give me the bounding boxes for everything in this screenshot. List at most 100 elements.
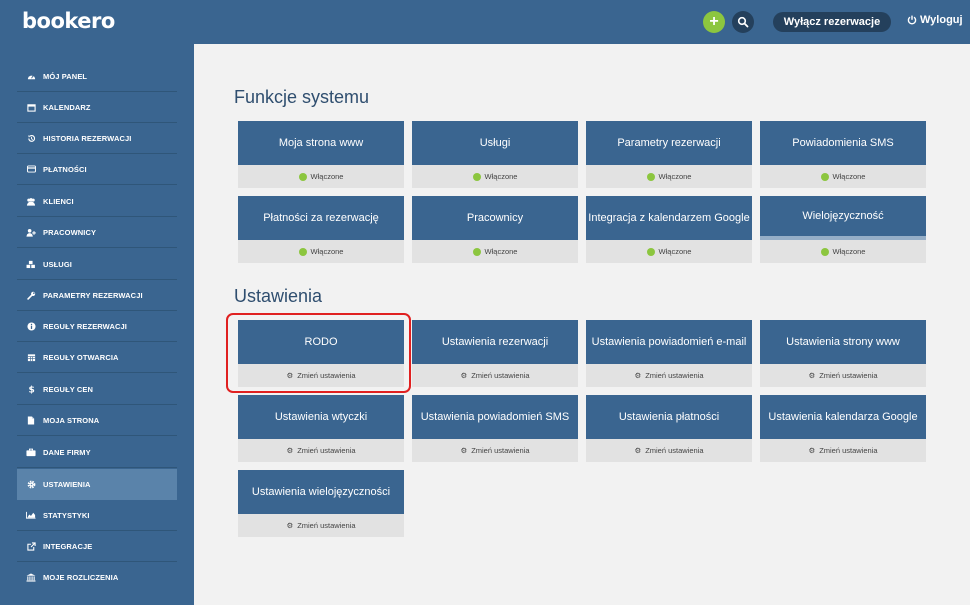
status-dot-icon xyxy=(646,247,655,256)
feature-tile-payments[interactable]: Płatności za rezerwację Włączone xyxy=(238,196,404,263)
cubes-icon xyxy=(17,260,43,269)
sidebar-item-label: STATYSTYKI xyxy=(43,510,90,520)
settings-tile-plugin[interactable]: Ustawienia wtyczki ⚙ Zmień ustawienia xyxy=(238,395,404,462)
tile-action[interactable]: ⚙ Zmień ustawienia xyxy=(760,364,926,387)
feature-tile-sms[interactable]: Powiadomienia SMS Włączone xyxy=(760,121,926,188)
section-title-settings: Ustawienia xyxy=(234,286,323,306)
tile-action[interactable]: ⚙ Zmień ustawienia xyxy=(586,364,752,387)
sidebar-item-clients[interactable]: KLIENCI xyxy=(17,186,177,217)
sidebar-item-label: PARAMETRY REZERWACJI xyxy=(43,290,143,300)
tile-action[interactable]: ⚙ Zmień ustawienia xyxy=(238,364,404,387)
sidebar-item-calendar[interactable]: KALENDARZ xyxy=(17,92,177,123)
settings-tile-booking[interactable]: Ustawienia rezerwacji ⚙ Zmień ustawienia xyxy=(412,320,578,387)
search-button[interactable] xyxy=(732,11,754,33)
tile-action[interactable]: ⚙ Zmień ustawienia xyxy=(238,439,404,462)
settings-tile-multilanguage[interactable]: Ustawienia wielojęzyczności ⚙ Zmień ustaw… xyxy=(238,470,404,537)
info-icon xyxy=(17,321,43,331)
sidebar-item-label: REGUŁY CEN xyxy=(43,384,94,394)
sidebar-item-label: MÓJ PANEL xyxy=(43,71,88,81)
tile-title: Wielojęzyczność xyxy=(760,196,926,236)
tile-title: RODO xyxy=(238,320,404,364)
area-chart-icon xyxy=(17,511,43,519)
status-dot-icon xyxy=(298,247,307,256)
tile-title: Parametry rezerwacji xyxy=(586,121,752,165)
gear-icon: ⚙ xyxy=(634,371,642,380)
add-button[interactable]: + xyxy=(703,11,725,33)
status-dot-icon xyxy=(472,247,481,256)
credit-card-icon xyxy=(17,165,43,173)
search-icon xyxy=(737,16,749,28)
feature-tile-employees[interactable]: Pracownicy Włączone xyxy=(412,196,578,263)
sidebar-item-employees[interactable]: PRACOWNICY xyxy=(17,217,177,248)
tile-title: Integracja z kalendarzem Google xyxy=(586,196,752,240)
sidebar-item-payments[interactable]: PŁATNOŚCI xyxy=(17,154,177,185)
settings-tile-website[interactable]: Ustawienia strony www ⚙ Zmień ustawienia xyxy=(760,320,926,387)
tile-title: Ustawienia powiadomień SMS xyxy=(412,395,578,439)
tile-status: Włączone xyxy=(760,165,926,188)
sidebar-item-my-settlements[interactable]: MOJE ROZLICZENIA xyxy=(17,562,177,593)
tile-title: Ustawienia strony www xyxy=(760,320,926,364)
tile-action[interactable]: ⚙ Zmień ustawienia xyxy=(586,439,752,462)
gear-icon: ⚙ xyxy=(808,446,816,455)
sidebar-item-label: DANE FIRMY xyxy=(43,447,91,457)
settings-tile-payments[interactable]: Ustawienia płatności ⚙ Zmień ustawienia xyxy=(586,395,752,462)
logout-button[interactable]: Wyloguj xyxy=(907,14,963,26)
status-dot-icon xyxy=(472,172,481,181)
sidebar-item-label: USŁUGI xyxy=(43,259,72,269)
feature-tile-google-calendar[interactable]: Integracja z kalendarzem Google Włączone xyxy=(586,196,752,263)
sidebar-item-settings[interactable]: USTAWIENIA xyxy=(17,469,177,500)
external-link-icon xyxy=(17,541,43,551)
feature-tile-multilanguage[interactable]: Wielojęzyczność Włączone xyxy=(760,196,926,263)
tile-title: Usługi xyxy=(412,121,578,165)
history-icon xyxy=(17,134,43,143)
sidebar-item-services[interactable]: USŁUGI xyxy=(17,249,177,280)
status-label: Włączone xyxy=(658,247,692,256)
tile-action[interactable]: ⚙ Zmień ustawienia xyxy=(238,514,404,537)
status-dot-icon xyxy=(820,172,829,181)
tile-action[interactable]: ⚙ Zmień ustawienia xyxy=(760,439,926,462)
disable-bookings-button[interactable]: Wyłącz rezerwacje xyxy=(773,12,891,32)
tile-title: Ustawienia płatności xyxy=(586,395,752,439)
feature-tile-website[interactable]: Moja strona www Włączone xyxy=(238,121,404,188)
status-label: Włączone xyxy=(832,247,866,256)
tile-title: Ustawienia powiadomień e-mail xyxy=(586,320,752,364)
sidebar-item-booking-rules[interactable]: REGUŁY REZERWACJI xyxy=(17,311,177,342)
sidebar-item-opening-rules[interactable]: REGUŁY OTWARCIA xyxy=(17,342,177,373)
sidebar-item-my-page[interactable]: MOJA STRONA xyxy=(17,405,177,436)
sidebar-item-company-data[interactable]: DANE FIRMY xyxy=(17,437,177,468)
tile-action[interactable]: ⚙ Zmień ustawienia xyxy=(412,439,578,462)
feature-tile-booking-parameters[interactable]: Parametry rezerwacji Włączone xyxy=(586,121,752,188)
sidebar-item-my-panel[interactable]: MÓJ PANEL xyxy=(17,61,177,92)
action-label: Zmień ustawienia xyxy=(297,446,356,455)
sidebar-item-label: USTAWIENIA xyxy=(43,480,91,489)
wrench-icon xyxy=(17,291,43,300)
sidebar-item-label: KALENDARZ xyxy=(43,102,91,112)
settings-tile-sms[interactable]: Ustawienia powiadomień SMS ⚙ Zmień ustawi… xyxy=(412,395,578,462)
tile-status: Włączone xyxy=(412,240,578,263)
action-label: Zmień ustawienia xyxy=(645,371,704,380)
sidebar-item-integrations[interactable]: INTEGRACJE xyxy=(17,531,177,562)
settings-tile-email[interactable]: Ustawienia powiadomień e-mail ⚙ Zmień ust… xyxy=(586,320,752,387)
tile-status: Włączone xyxy=(760,240,926,263)
sidebar-item-label: PRACOWNICY xyxy=(43,227,97,237)
sidebar-item-label: KLIENCI xyxy=(43,196,74,206)
sidebar-item-booking-parameters[interactable]: PARAMETRY REZERWACJI xyxy=(17,280,177,311)
settings-tile-rodo[interactable]: RODO ⚙ Zmień ustawienia xyxy=(238,320,404,387)
tile-action[interactable]: ⚙ Zmień ustawienia xyxy=(412,364,578,387)
briefcase-icon xyxy=(17,448,43,457)
tile-title: Płatności za rezerwację xyxy=(238,196,404,240)
action-label: Zmień ustawienia xyxy=(819,446,878,455)
tile-title: Moja strona www xyxy=(238,121,404,165)
tile-status: Włączone xyxy=(586,240,752,263)
user-plus-icon xyxy=(17,228,43,237)
tile-title: Ustawienia wtyczki xyxy=(238,395,404,439)
bank-icon xyxy=(17,573,43,582)
gear-icon xyxy=(17,480,43,489)
settings-tile-google-calendar[interactable]: Ustawienia kalendarza Google ⚙ Zmień usta… xyxy=(760,395,926,462)
sidebar-item-statistics[interactable]: STATYSTYKI xyxy=(17,500,177,531)
feature-tile-services[interactable]: Usługi Włączone xyxy=(412,121,578,188)
sidebar-item-price-rules[interactable]: $ REGUŁY CEN xyxy=(17,374,177,405)
svg-text:$: $ xyxy=(28,386,34,395)
logo[interactable]: bookero xyxy=(22,9,115,33)
sidebar-item-booking-history[interactable]: HISTORIA REZERWACJI xyxy=(17,123,177,154)
